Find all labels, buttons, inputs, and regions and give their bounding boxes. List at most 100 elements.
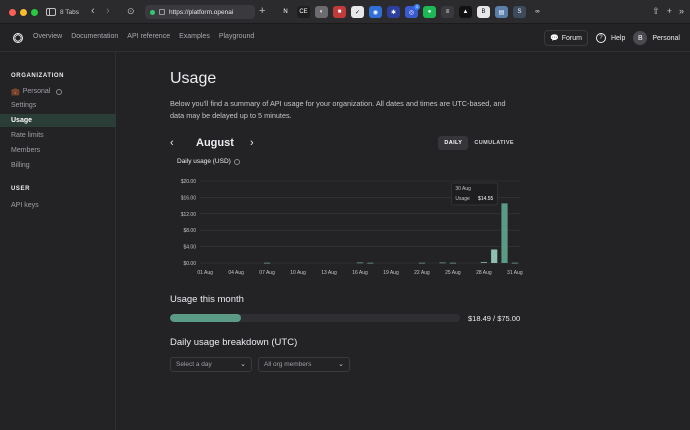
green-favicon[interactable]: ●	[423, 6, 436, 18]
bars-favicon[interactable]: ≡	[441, 6, 454, 18]
sidebar-item-usage[interactable]: Usage	[0, 114, 116, 127]
page-description: Below you'll find a summary of API usage…	[170, 99, 506, 120]
y-tick-label: $8.00	[183, 228, 196, 234]
org-selector[interactable]: 💼 Personal	[0, 85, 116, 98]
ce-favicon[interactable]: CE	[297, 6, 310, 18]
dark-favicon[interactable]: ▲	[459, 6, 472, 18]
new-tab-plus-icon[interactable]: +	[667, 5, 672, 18]
x-tick-label: 07 Aug	[259, 270, 275, 276]
sidebar-icon	[46, 8, 56, 16]
minimize-window-button[interactable]	[20, 9, 27, 16]
badge-favicon[interactable]: ◎ 1	[405, 4, 420, 18]
sidebar-item-members[interactable]: Members	[0, 144, 116, 157]
more-tabs-icon[interactable]: »	[679, 5, 684, 18]
x-tick-label: 28 Aug	[476, 270, 492, 276]
account-menu[interactable]: B Personal	[633, 31, 680, 45]
address-bar[interactable]: https://platform.openai	[145, 5, 255, 19]
next-month-button[interactable]: ›	[250, 136, 254, 150]
forward-button[interactable]: ›	[106, 5, 110, 17]
chart-mode-toggle: DAILY CUMULATIVE	[438, 136, 520, 150]
openai-logo-icon[interactable]	[12, 32, 24, 44]
select-day-dropdown[interactable]: Select a day ⌄	[170, 357, 252, 372]
address-text: https://platform.openai	[169, 8, 234, 16]
x-tick-label: 16 Aug	[352, 270, 368, 276]
panel-favicon[interactable]: ▤	[495, 6, 508, 18]
x-tick-label: 25 Aug	[445, 270, 461, 276]
sidebar-item-rate-limits[interactable]: Rate limits	[0, 129, 116, 142]
gray-favicon[interactable]: ◐	[315, 6, 328, 18]
help-button[interactable]: ? Help	[595, 33, 626, 43]
nav-link-examples[interactable]: Examples	[179, 33, 210, 40]
nav-link-api-reference[interactable]: API reference	[127, 33, 170, 40]
sidebar-item-billing[interactable]: Billing	[0, 159, 116, 172]
nav-link-playground[interactable]: Playground	[219, 33, 254, 40]
briefcase-icon: 💼	[11, 88, 20, 96]
members-dropdown[interactable]: All org members ⌄	[258, 357, 350, 372]
tooltip-value: $14.55	[478, 196, 494, 202]
usage-month-heading: Usage this month	[170, 294, 244, 305]
x-tick-label: 31 Aug	[507, 270, 523, 276]
chart-bar	[439, 262, 446, 264]
y-tick-label: $16.00	[181, 195, 197, 201]
y-tick-label: $12.00	[181, 212, 197, 218]
share-icon[interactable]: ⇧	[652, 5, 660, 18]
month-label: August	[196, 137, 234, 149]
main-content: Usage Below you'll find a summary of API…	[117, 52, 690, 430]
tooltip-date: 30 Aug	[455, 186, 471, 192]
tooltip-label: Usage	[455, 196, 470, 202]
info-icon	[56, 88, 63, 95]
new-tab-button[interactable]: +	[259, 5, 265, 17]
chart-bar	[367, 262, 374, 264]
chart-bar	[491, 249, 498, 263]
forum-button[interactable]: 💬 Forum	[544, 30, 588, 46]
x-tick-label: 01 Aug	[197, 270, 213, 276]
nav-link-overview[interactable]: Overview	[33, 33, 62, 40]
close-window-button[interactable]	[9, 9, 16, 16]
chart-bar	[264, 262, 271, 264]
organization-heading: ORGANIZATION	[11, 73, 65, 79]
usage-amount: $18.49 / $75.00	[468, 314, 521, 323]
chart-bar	[501, 203, 508, 263]
back-button[interactable]: ‹	[91, 5, 95, 17]
zoom-window-button[interactable]	[31, 9, 38, 16]
s-favicon[interactable]: S	[513, 6, 526, 18]
usage-progress-fill	[170, 314, 242, 322]
pinned-favicons: N CE ◐ ■ ✓ ◉ ✱ ◎ 1 ● ≡ ▲ B ▤ S ∞	[279, 4, 544, 18]
red-favicon[interactable]: ■	[333, 6, 346, 18]
b-favicon[interactable]: B	[477, 6, 490, 18]
account-name: Personal	[652, 34, 680, 42]
tab-daily[interactable]: DAILY	[438, 136, 469, 150]
chart-bar	[480, 262, 487, 263]
x-tick-label: 04 Aug	[228, 270, 244, 276]
check-favicon[interactable]: ✓	[351, 6, 364, 18]
tab-overview-button[interactable]: 8 Tabs	[46, 6, 79, 18]
info-icon[interactable]	[233, 158, 240, 165]
secure-status-icon	[150, 9, 155, 15]
tab-cumulative[interactable]: CUMULATIVE	[468, 136, 520, 150]
chart-svg: $20.00 $16.00 $12.00 $8.00 $4.00 $0.0001 Aug 0…	[181, 179, 523, 276]
x-tick-label: 13 Aug	[321, 270, 337, 276]
help-label: Help	[610, 34, 626, 42]
sidebar-item-api-keys[interactable]: API keys	[0, 199, 116, 212]
y-tick-label: $20.00	[181, 179, 197, 185]
chevron-down-icon: ⌄	[338, 361, 344, 368]
y-tick-label: $0.00	[183, 261, 196, 267]
chat-bubble-icon: 💬	[550, 35, 559, 42]
sidebar: ORGANIZATION 💼 Personal Settings Usage R…	[0, 52, 116, 430]
members-value: All org members	[264, 361, 312, 368]
chart-bar	[511, 262, 518, 264]
spinner-favicon[interactable]: ✱	[387, 6, 400, 18]
usage-progress-bar	[170, 314, 460, 322]
previous-month-button[interactable]: ‹	[170, 136, 174, 150]
glasses-favicon[interactable]: ∞	[531, 6, 544, 18]
privacy-shield-icon[interactable]: ⊙	[127, 5, 135, 17]
x-tick-label: 10 Aug	[290, 270, 306, 276]
nav-link-documentation[interactable]: Documentation	[71, 33, 118, 40]
avatar: B	[633, 31, 648, 45]
select-day-value: Select a day	[176, 361, 212, 368]
sidebar-item-settings[interactable]: Settings	[0, 99, 116, 112]
top-navigation: Overview Documentation API reference Exa…	[0, 24, 690, 52]
blue-favicon[interactable]: ◉	[369, 6, 382, 18]
help-icon: ?	[595, 33, 606, 43]
ni-favicon[interactable]: N	[279, 6, 292, 18]
